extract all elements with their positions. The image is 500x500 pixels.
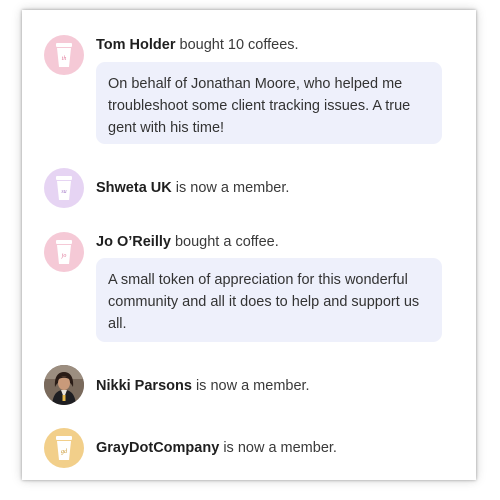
person-photo-icon: [44, 365, 84, 405]
supporter-name[interactable]: Jo O’Reilly: [96, 234, 171, 250]
support-message: A small token of appreciation for this w…: [96, 258, 442, 342]
avatar[interactable]: th: [44, 35, 84, 75]
supporter-feed: th Tom Holder bought 10 coffees. On beha…: [22, 10, 476, 480]
svg-text:jo: jo: [61, 253, 67, 259]
supporter-name[interactable]: Shweta UK: [96, 180, 172, 196]
svg-text:su: su: [61, 189, 66, 195]
svg-text:gd: gd: [61, 449, 68, 455]
coffee-cup-icon: gd: [56, 436, 72, 460]
coffee-cup-icon: su: [56, 176, 72, 200]
avatar[interactable]: gd: [44, 428, 84, 468]
feed-action: is now a member.: [195, 378, 310, 394]
avatar[interactable]: jo: [44, 232, 84, 272]
coffee-cup-icon: th: [56, 43, 72, 67]
avatar[interactable]: su: [44, 168, 84, 208]
feed-headline: Shweta UK is now a member.: [96, 178, 289, 198]
feed-headline: GrayDotCompany is now a member.: [96, 438, 337, 458]
avatar-photo[interactable]: [44, 365, 84, 405]
feed-headline: Tom Holder bought 10 coffees.: [96, 35, 299, 55]
feed-action: bought a coffee.: [174, 234, 279, 250]
supporter-name[interactable]: Nikki Parsons: [96, 378, 192, 394]
supporter-name[interactable]: Tom Holder: [96, 37, 175, 53]
feed-action: is now a member.: [223, 440, 337, 456]
feed-headline: Jo O’Reilly bought a coffee.: [96, 232, 279, 252]
coffee-cup-icon: jo: [56, 240, 72, 264]
feed-action: is now a member.: [175, 180, 290, 196]
supporter-name[interactable]: GrayDotCompany: [96, 440, 219, 456]
feed-headline: Nikki Parsons is now a member.: [96, 376, 310, 396]
feed-action: bought 10 coffees.: [179, 37, 299, 53]
svg-text:th: th: [62, 56, 67, 62]
support-message-text: On behalf of Jonathan Moore, who helped …: [108, 76, 411, 136]
support-message-text: A small token of appreciation for this w…: [108, 272, 420, 332]
support-message: On behalf of Jonathan Moore, who helped …: [96, 62, 442, 144]
